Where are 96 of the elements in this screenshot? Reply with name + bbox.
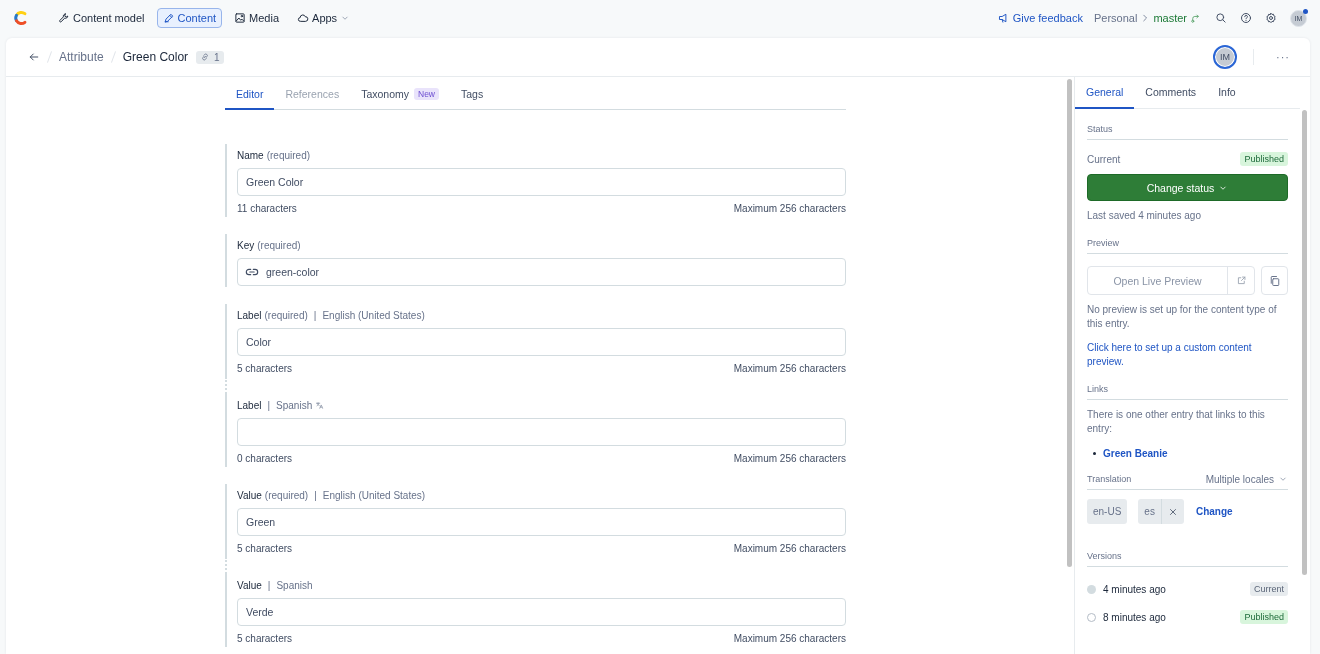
- character-count: 11 characters: [237, 202, 297, 214]
- version-time: 4 minutes ago: [1103, 583, 1166, 595]
- search-icon[interactable]: [1215, 12, 1227, 24]
- nav-item[interactable]: Content model: [52, 8, 151, 28]
- section-heading: Translation: [1087, 474, 1132, 484]
- character-limit: Maximum 256 characters: [733, 542, 846, 554]
- required-note: (required): [264, 489, 309, 501]
- text-field[interactable]: [237, 418, 846, 446]
- character-limit: Maximum 256 characters: [733, 452, 846, 464]
- last-saved-text: Last saved 4 minutes ago: [1087, 209, 1202, 223]
- section-heading: Versions: [1087, 551, 1122, 561]
- close-icon: [1167, 506, 1178, 517]
- more-button[interactable]: ···: [1276, 51, 1290, 63]
- text-field[interactable]: Color: [237, 328, 846, 356]
- sidebar-tab[interactable]: Comments: [1134, 77, 1208, 109]
- reference-count[interactable]: 1: [196, 50, 224, 64]
- nav-item[interactable]: Media: [228, 8, 286, 28]
- locale-tag: en-US: [1087, 499, 1128, 524]
- character-limit: Maximum 256 characters: [733, 632, 846, 644]
- character-limit: Maximum 256 characters: [733, 362, 846, 374]
- chevron-down-icon: [1278, 474, 1288, 484]
- new-badge: New: [414, 87, 439, 100]
- caret-icon: [340, 13, 351, 23]
- external-link-icon: [1235, 275, 1247, 286]
- required-note: (required): [264, 309, 308, 321]
- wrench-icon: [58, 12, 70, 24]
- copy-icon: [1268, 274, 1281, 287]
- pen-icon: [162, 12, 175, 24]
- bullet-icon: [1093, 452, 1096, 455]
- required-note: (required): [266, 149, 311, 161]
- help-icon[interactable]: [1240, 12, 1252, 24]
- links-text: There is one other entry that links to this entry:: [1087, 408, 1266, 436]
- locale-tag: es: [1138, 499, 1184, 524]
- editor-tab[interactable]: Editor: [225, 79, 275, 110]
- text-field[interactable]: Verde: [237, 598, 846, 626]
- settings-icon[interactable]: [1265, 12, 1277, 24]
- scrollbar[interactable]: [1067, 79, 1072, 567]
- current-label: Current: [1087, 153, 1121, 165]
- section-heading: Status: [1087, 124, 1113, 134]
- content-type-name: Attribute: [59, 50, 104, 64]
- separator: |: [267, 579, 271, 591]
- sidebar-tab[interactable]: Info: [1207, 77, 1247, 109]
- field-label: Value: [237, 489, 262, 501]
- locale-name: English (United States): [322, 309, 425, 321]
- sidebar-tab[interactable]: General: [1075, 77, 1135, 109]
- field-label: Label: [237, 309, 262, 321]
- locale-name: English (United States): [322, 489, 426, 501]
- locale-name: Spanish: [276, 579, 313, 591]
- locale-mode-dropdown[interactable]: Multiple locales: [1205, 473, 1288, 485]
- separator: |: [313, 309, 317, 321]
- character-count: 5 characters: [237, 362, 293, 374]
- field-label: Key: [237, 239, 255, 251]
- section-heading: Preview: [1087, 238, 1119, 248]
- feedback-link[interactable]: Give feedback: [997, 12, 1083, 24]
- text-field[interactable]: Green Color: [237, 168, 846, 196]
- setup-preview-link[interactable]: Click here to set up a custom content preview.: [1087, 341, 1288, 369]
- editor-tab[interactable]: Tags: [450, 79, 495, 110]
- nav-item[interactable]: Apps: [291, 8, 357, 28]
- user-avatar[interactable]: IM: [1213, 45, 1237, 69]
- text-field[interactable]: Green: [237, 508, 846, 536]
- link-icon: [200, 52, 211, 62]
- section-heading: Links: [1087, 384, 1108, 394]
- entry-title: Green Color: [122, 50, 189, 64]
- space-name[interactable]: Personal: [1093, 12, 1138, 24]
- preview-note: No preview is set up for the content type of this entry.: [1087, 303, 1278, 331]
- change-locales-link[interactable]: Change: [1195, 506, 1233, 517]
- notification-dot: [1303, 8, 1308, 14]
- separator: |: [267, 399, 271, 411]
- nav-item[interactable]: Content: [156, 8, 223, 28]
- character-count: 5 characters: [237, 632, 293, 644]
- field-label: Value: [237, 579, 262, 591]
- version-radio[interactable]: [1087, 584, 1096, 594]
- separator: |: [314, 489, 317, 501]
- slug-field[interactable]: green-color: [237, 258, 846, 286]
- field-label: Label: [237, 399, 262, 411]
- status-badge: Published: [1240, 610, 1288, 624]
- entry-link[interactable]: Green Beanie: [1103, 448, 1168, 459]
- change-status-button[interactable]: Change status: [1087, 174, 1288, 201]
- megaphone-icon: [997, 12, 1010, 24]
- cloud-icon: [297, 12, 310, 24]
- copy-button[interactable]: [1261, 266, 1288, 295]
- back-arrow-icon[interactable]: [28, 51, 40, 63]
- character-limit: Maximum 256 characters: [733, 202, 846, 214]
- version-time: 8 minutes ago: [1103, 611, 1166, 623]
- scrollbar[interactable]: [1302, 110, 1307, 575]
- field-label: Name: [237, 149, 264, 161]
- translate-icon: [315, 400, 325, 410]
- environment-name[interactable]: master: [1153, 12, 1187, 24]
- locale-name: Spanish: [276, 399, 313, 411]
- required-note: (required): [257, 239, 301, 251]
- character-count: 5 characters: [237, 542, 293, 554]
- image-icon: [234, 12, 247, 24]
- status-badge: Current: [1250, 582, 1288, 596]
- editor-tab[interactable]: Taxonomy New: [350, 79, 450, 110]
- character-count: 0 characters: [237, 452, 293, 464]
- status-badge: Published: [1240, 152, 1288, 166]
